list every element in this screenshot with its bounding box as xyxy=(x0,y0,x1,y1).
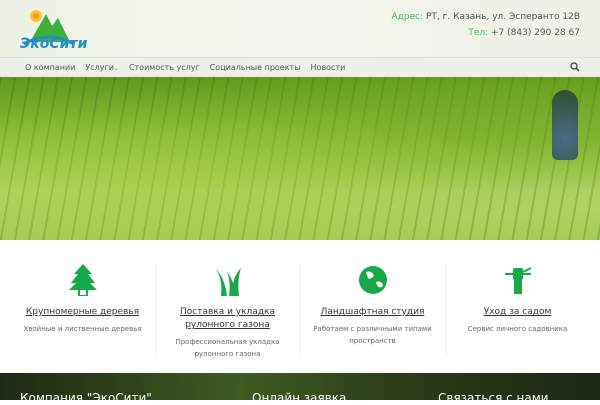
footer-heading-company: Компания "ЭкоСити" xyxy=(20,391,152,405)
feature-desc: Хвойные и лиственные деревья xyxy=(23,325,142,333)
feature-lawn[interactable]: Поставка и укладка рулонного газона Проф… xyxy=(155,264,300,360)
footer: Компания "ЭкоСити" Онлайн заявка Связать… xyxy=(0,373,600,405)
hero-banner xyxy=(0,77,600,240)
feature-desc: Сервис личного садовника xyxy=(467,325,568,333)
feature-trees[interactable]: Крупномерные деревья Хвойные и лиственны… xyxy=(10,264,155,335)
lightbulb-image xyxy=(552,90,578,160)
grass-icon xyxy=(214,268,241,296)
feature-title[interactable]: Поставка и укладка рулонного газона xyxy=(155,306,300,332)
address-value: РТ, г. Казань, ул. Эсперанто 12В xyxy=(425,12,580,22)
nav-item-services-label: Услуги xyxy=(85,63,114,72)
search-icon[interactable] xyxy=(570,62,580,72)
feature-landscape[interactable]: Ландшафтная студия Работаем с различными… xyxy=(300,264,445,347)
feature-title[interactable]: Крупномерные деревья xyxy=(10,306,155,319)
phone: Тел: +7 (843) 290 28 67 xyxy=(468,28,580,38)
feature-title[interactable]: Уход за садом xyxy=(445,306,590,319)
nav-item-services[interactable]: Услуги⌄ xyxy=(85,63,119,72)
feature-desc: Работаем с различными типами пространств xyxy=(313,325,432,345)
nav-item-social[interactable]: Социальные проекты xyxy=(210,63,301,72)
feature-garden-care[interactable]: Уход за садом Сервис личного садовника xyxy=(445,264,590,335)
footer-heading-contact: Связаться с нами xyxy=(438,391,549,405)
phone-value: +7 (843) 290 28 67 xyxy=(491,28,580,38)
address-label: Адрес: xyxy=(391,12,424,22)
main-nav: О компании Услуги⌄ Стоимость услуг Социа… xyxy=(0,57,600,77)
nav-item-prices[interactable]: Стоимость услуг xyxy=(129,63,200,72)
tree-icon xyxy=(68,264,97,296)
feature-desc: Профессиональная укладка рулонного газон… xyxy=(175,338,280,358)
nav-item-news[interactable]: Новости xyxy=(311,63,346,72)
address: Адрес: РТ, г. Казань, ул. Эсперанто 12В xyxy=(391,12,580,22)
nav-item-about[interactable]: О компании xyxy=(25,63,75,72)
chevron-down-icon: ⌄ xyxy=(113,65,119,72)
logo-text[interactable]: ЭкоСити xyxy=(20,36,87,52)
hand-plant-icon xyxy=(504,267,531,294)
phone-label: Тел: xyxy=(468,28,489,38)
feature-title[interactable]: Ландшафтная студия xyxy=(300,306,445,319)
footer-heading-request: Онлайн заявка xyxy=(252,391,347,405)
header: ЭкоСити Адрес: РТ, г. Казань, ул. Эспера… xyxy=(0,0,600,57)
globe-icon xyxy=(358,266,387,294)
